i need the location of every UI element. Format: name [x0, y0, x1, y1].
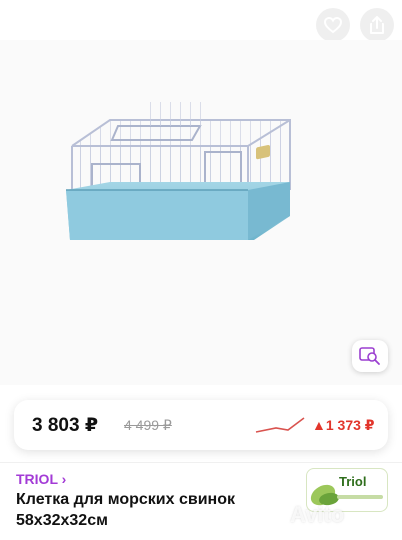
favorite-button[interactable] [316, 8, 350, 42]
product-title: Клетка для морских свинок 58x32x32см [16, 491, 235, 529]
old-price: 4 499 ₽ [124, 417, 172, 433]
heart-icon [323, 16, 343, 34]
divider [0, 462, 402, 463]
brand-logo-text: Triol [339, 474, 367, 489]
brand-link[interactable]: TRIOL › [16, 471, 66, 487]
cage-illustration [66, 102, 291, 240]
current-price: 3 803 ₽ [32, 415, 99, 436]
image-search-icon [359, 347, 380, 365]
share-button[interactable] [360, 8, 394, 42]
avito-watermark: Avito [290, 502, 345, 527]
back-button[interactable] [8, 8, 42, 42]
chevron-left-icon [18, 15, 30, 35]
share-icon [370, 16, 384, 34]
image-search-button[interactable] [352, 340, 388, 372]
price-change: ▲1 373 ₽ [312, 417, 375, 433]
product-image[interactable] [0, 40, 402, 385]
price-trend-icon [255, 417, 305, 433]
price-card[interactable]: 3 803 ₽ 4 499 ₽ ▲1 373 ₽ [14, 400, 388, 450]
